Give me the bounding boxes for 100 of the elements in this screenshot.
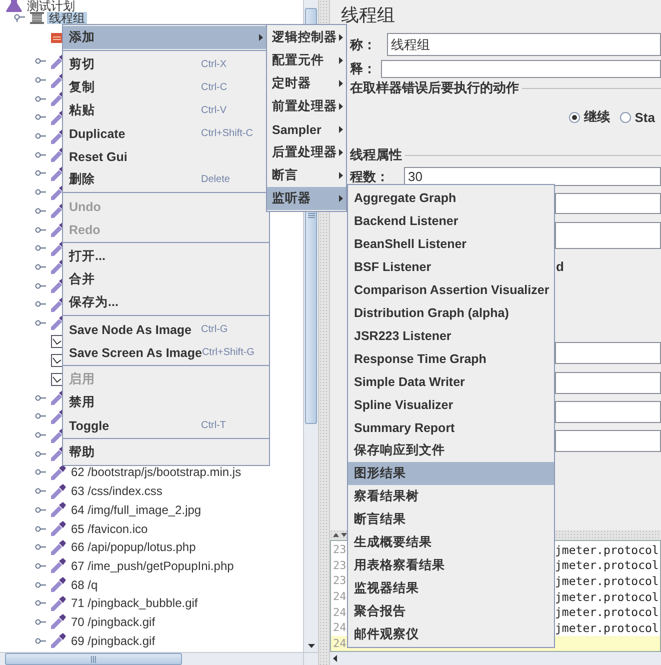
scroll-down-icon[interactable] xyxy=(308,644,314,648)
collapsed-handle-icon[interactable] xyxy=(35,487,46,496)
collapsed-handle-icon[interactable] xyxy=(35,244,46,252)
horizontal-scrollbar[interactable] xyxy=(330,652,661,665)
collapsed-handle-icon[interactable] xyxy=(35,580,46,589)
collapsed-handle-icon[interactable] xyxy=(35,206,46,215)
menu-item[interactable]: JSR223 Listener xyxy=(348,324,554,347)
menu-item[interactable]: 定时器 xyxy=(267,72,346,95)
menu-item[interactable]: 保存响应到文件 xyxy=(348,439,554,462)
horizontal-scrollbar[interactable] xyxy=(0,652,303,665)
menu-item[interactable]: 后置处理器 xyxy=(267,141,346,164)
collapsed-handle-icon[interactable] xyxy=(35,169,46,178)
menu-item[interactable]: 逻辑控制器 xyxy=(267,26,346,49)
collapsed-handle-icon[interactable] xyxy=(35,450,46,458)
menu-item[interactable]: 添加 xyxy=(63,26,269,49)
tree-node[interactable]: 62 /bootstrap/js/bootstrap.min.js xyxy=(69,464,244,480)
collapsed-handle-icon[interactable] xyxy=(35,412,46,420)
menu-item[interactable]: 帮助 xyxy=(63,441,269,464)
menu-item[interactable]: Save Screen As ImageCtrl+Shift-G xyxy=(63,341,269,364)
menu-item[interactable]: Response Time Graph xyxy=(348,347,554,370)
radio-button[interactable] xyxy=(568,112,580,122)
menu-item[interactable]: Spline Visualizer xyxy=(348,393,554,416)
tree-node[interactable]: 70 /pingback.gif xyxy=(69,614,158,630)
menu-item[interactable]: Duplicate Ctrl+Shift-C xyxy=(63,122,269,145)
menu-item[interactable]: Sampler xyxy=(267,118,346,141)
menu-item[interactable]: 粘贴 Ctrl-V xyxy=(63,99,269,122)
menu-item[interactable]: Aggregate Graph xyxy=(348,186,554,209)
menu-item[interactable]: 断言 xyxy=(267,164,346,187)
menu-item[interactable]: 用表格察看结果 xyxy=(348,554,554,577)
collapsed-handle-icon[interactable] xyxy=(35,150,46,159)
input-field[interactable] xyxy=(555,372,661,394)
menu-item[interactable]: Save Node As Image Ctrl-G xyxy=(63,318,269,341)
menu-item[interactable]: 复制 Ctrl-C xyxy=(63,76,269,99)
menu-item[interactable]: 剪切 Ctrl-X xyxy=(63,53,269,76)
collapsed-handle-icon[interactable] xyxy=(35,431,46,440)
menu-item[interactable]: Toggle Ctrl-T xyxy=(63,414,269,437)
tree-node[interactable]: 线程组 xyxy=(47,12,87,24)
collapsed-handle-icon[interactable] xyxy=(35,394,46,402)
collapsed-handle-icon[interactable] xyxy=(35,132,46,140)
menu-item[interactable]: 监视器结果 xyxy=(348,577,554,600)
collapsed-handle-icon[interactable] xyxy=(35,57,46,66)
tree-node[interactable]: 69 /pingback.gif xyxy=(69,632,158,649)
menu-item[interactable]: 打开... xyxy=(63,245,269,268)
menu-item[interactable]: 删除 Delete xyxy=(63,168,269,191)
collapse-arrows-icon[interactable] xyxy=(333,532,347,538)
input-field[interactable] xyxy=(555,430,661,452)
menu-item[interactable]: 聚合报告 xyxy=(348,600,554,623)
scroll-left-icon[interactable] xyxy=(333,655,337,662)
menu-item[interactable]: Simple Data Writer xyxy=(348,370,554,393)
collapsed-handle-icon[interactable] xyxy=(35,262,46,271)
collapsed-handle-icon[interactable] xyxy=(35,562,46,570)
collapsed-handle-icon[interactable] xyxy=(35,113,46,122)
menu-item[interactable]: 察看结果树 xyxy=(348,485,554,508)
tree-node[interactable]: 测试计划 xyxy=(25,0,77,13)
menu-item[interactable]: 邮件观察仪 xyxy=(348,623,554,646)
menu-item[interactable]: BeanShell Listener xyxy=(348,232,554,255)
menu-item[interactable]: 禁用 xyxy=(63,391,269,414)
tree-node[interactable]: 66 /api/popup/lotus.php xyxy=(69,539,198,556)
collapsed-handle-icon[interactable] xyxy=(35,318,46,327)
menu-item[interactable]: Reset Gui xyxy=(63,145,269,168)
tree-node[interactable]: 63 /css/index.css xyxy=(69,483,164,500)
menu-item[interactable]: Summary Report xyxy=(348,416,554,439)
collapsed-handle-icon[interactable] xyxy=(35,524,46,533)
collapsed-handle-icon[interactable] xyxy=(35,94,46,103)
input-field[interactable] xyxy=(555,401,661,423)
radio-button[interactable] xyxy=(620,112,631,122)
menu-item[interactable]: Backend Listener xyxy=(348,209,554,232)
collapsed-handle-icon[interactable] xyxy=(35,468,46,476)
menu-item[interactable]: BSF Listener xyxy=(348,255,554,278)
input-field[interactable] xyxy=(555,193,661,214)
tree-node[interactable]: 64 /img/full_image_2.jpg xyxy=(69,502,204,518)
menu-item[interactable]: Distribution Graph (alpha) xyxy=(348,301,554,324)
menu-item[interactable]: 监听器 xyxy=(267,187,346,210)
input-field[interactable] xyxy=(381,60,661,78)
collapsed-handle-icon[interactable] xyxy=(35,618,46,626)
input-field[interactable] xyxy=(555,342,661,364)
collapsed-handle-icon[interactable] xyxy=(35,76,46,84)
menu-item[interactable]: Comparison Assertion Visualizer xyxy=(348,278,554,301)
tree-node[interactable]: 71 /pingback_bubble.gif xyxy=(69,595,200,612)
collapsed-handle-icon[interactable] xyxy=(35,543,46,552)
collapsed-handle-icon[interactable] xyxy=(35,506,46,514)
input-field[interactable]: 30 xyxy=(404,167,661,186)
expanded-handle-icon[interactable] xyxy=(14,14,25,22)
input-field[interactable]: 线程组 xyxy=(387,33,661,56)
menu-item[interactable]: 生成概要结果 xyxy=(348,531,554,554)
tree-node[interactable]: 68 /q xyxy=(69,576,100,593)
collapsed-handle-icon[interactable] xyxy=(35,226,46,234)
collapsed-handle-icon[interactable] xyxy=(35,188,46,196)
input-field[interactable] xyxy=(555,222,661,249)
collapsed-handle-icon[interactable] xyxy=(35,599,46,608)
collapsed-handle-icon[interactable] xyxy=(35,282,46,290)
tree-node[interactable]: 65 /favicon.ico xyxy=(69,520,150,537)
tree-node[interactable]: 67 /ime_push/getPopupIni.php xyxy=(69,558,236,574)
menu-item[interactable]: 图形结果 xyxy=(348,462,554,485)
collapsed-handle-icon[interactable] xyxy=(35,300,46,308)
menu-item[interactable]: 断言结果 xyxy=(348,508,554,531)
menu-item[interactable]: 配置元件 xyxy=(267,49,346,72)
menu-item[interactable]: 合并 xyxy=(63,268,269,291)
menu-item[interactable]: 前置处理器 xyxy=(267,95,346,118)
collapsed-handle-icon[interactable] xyxy=(35,636,46,645)
